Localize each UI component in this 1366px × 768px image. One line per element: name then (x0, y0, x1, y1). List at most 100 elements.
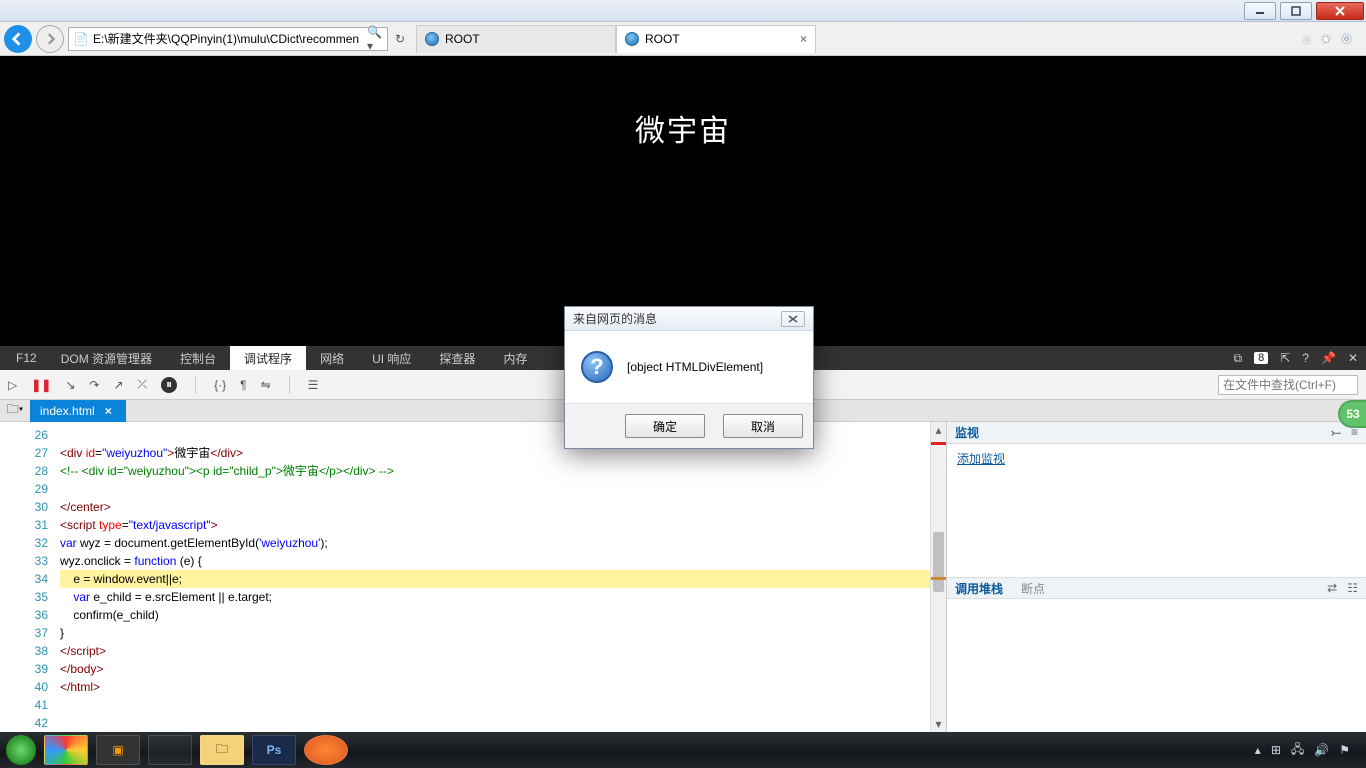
devtools-close-icon[interactable]: ✕ (1348, 351, 1358, 365)
step-in-icon[interactable]: ↘ (65, 378, 75, 392)
browser-navbar: 📄 🔍▾ ↻ ROOT ROOT × ⌂ ★ ⚙ (0, 22, 1366, 56)
callstack-panel-header: 调用堆栈 断点 ⇄ ☷ (947, 577, 1366, 599)
scroll-thumb[interactable] (933, 532, 944, 592)
watch-title: 监视 (955, 424, 979, 441)
address-bar[interactable]: 📄 🔍▾ (68, 27, 388, 51)
search-dropdown-icon[interactable]: 🔍▾ (367, 31, 383, 47)
error-count[interactable]: 8 (1254, 352, 1268, 364)
file-name: index.html (40, 404, 95, 418)
browser-tab-1[interactable]: ROOT (416, 25, 616, 53)
step-out-icon[interactable]: ↗ (113, 378, 123, 392)
watch-panel-header[interactable]: 监视 ⤚≡ (947, 422, 1366, 444)
chrome-tools: ⌂ ★ ⚙ (1303, 32, 1362, 46)
break-new-worker-icon[interactable]: ⏸ (161, 377, 177, 393)
favorites-icon[interactable]: ★ (1320, 32, 1331, 46)
taskbar-explorer[interactable]: 🗀 (200, 735, 244, 765)
extension-badge[interactable]: 53 (1338, 400, 1366, 428)
add-watch-icon[interactable]: ⤚ (1331, 425, 1341, 440)
cancel-button[interactable]: 取消 (723, 414, 803, 438)
pin-icon[interactable]: 📌 (1321, 351, 1336, 365)
file-icon: 📄 (73, 31, 89, 47)
code-content[interactable]: <div id="weiyuzhou">微宇宙</div><!-- <div i… (54, 422, 930, 732)
code-editor[interactable]: 2627282930313233343536373839404142 <div … (0, 422, 946, 732)
popout-icon[interactable]: ⇱ (1280, 351, 1290, 365)
devtab-console[interactable]: 控制台 (166, 346, 230, 370)
help-icon[interactable]: ? (1302, 351, 1309, 365)
tab-title: ROOT (645, 32, 680, 46)
breakpoints-tab[interactable]: 断点 (1021, 580, 1045, 597)
callstack-settings-icon[interactable]: ☷ (1347, 581, 1358, 595)
devtab-debugger[interactable]: 调试程序 (230, 346, 306, 370)
settings-icon[interactable]: ☰ (308, 378, 319, 392)
callstack-tool-icon[interactable]: ⇄ (1327, 581, 1337, 595)
system-tray[interactable]: ▴ ⊞ 🖧 🔊 ⚑ (1255, 740, 1360, 761)
refresh-button[interactable]: ↻ (392, 31, 408, 47)
continue-button[interactable]: ▷ (8, 378, 17, 392)
find-in-files-input[interactable] (1218, 375, 1358, 395)
tools-icon[interactable]: ⚙ (1341, 32, 1352, 46)
scroll-marker-breakpoint (931, 442, 946, 445)
dialog-close-icon[interactable] (781, 311, 805, 327)
taskbar-sublime[interactable]: ▣ (96, 735, 140, 765)
browser-tab-2[interactable]: ROOT × (616, 25, 816, 53)
open-file-icon[interactable]: 🗀▾ (0, 400, 30, 421)
emulation-icon[interactable]: ⧉ (1234, 351, 1243, 366)
windows-taskbar: ▣ 🗀 Ps ▴ ⊞ 🖧 🔊 ⚑ (0, 732, 1366, 768)
taskbar-ie[interactable] (148, 735, 192, 765)
tray-network-icon[interactable]: 🖧 (1291, 740, 1304, 761)
callstack-panel-body[interactable] (947, 599, 1366, 732)
forward-button[interactable] (36, 25, 64, 53)
window-titlebar (0, 0, 1366, 22)
watch-panel-body[interactable]: 添加监视 (947, 444, 1366, 577)
taskbar-firefox[interactable] (304, 735, 348, 765)
callstack-tab[interactable]: 调用堆栈 (955, 580, 1003, 597)
break-exception-icon[interactable]: ⤫ (138, 377, 148, 392)
f12-label: F12 (6, 351, 47, 365)
ie-icon (625, 32, 639, 46)
taskbar-app-1[interactable] (44, 735, 88, 765)
back-button[interactable] (4, 25, 32, 53)
scroll-up-icon[interactable]: ▴ (931, 422, 946, 438)
ide-area: 2627282930313233343536373839404142 <div … (0, 422, 1366, 732)
scroll-marker-current (931, 577, 946, 580)
maximize-button[interactable] (1280, 2, 1312, 20)
url-input[interactable] (93, 32, 363, 46)
page-viewport: 微宇宙 (0, 56, 1366, 346)
vertical-scrollbar[interactable]: ▴ ▾ (930, 422, 946, 732)
home-icon[interactable]: ⌂ (1303, 32, 1310, 46)
devtab-profiler[interactable]: 探查器 (425, 346, 489, 370)
tray-action-icon[interactable]: ⚑ (1339, 743, 1350, 757)
minimize-button[interactable] (1244, 2, 1276, 20)
tray-chevron-icon[interactable]: ▴ (1255, 743, 1261, 757)
dialog-message: [object HTMLDivElement] (627, 360, 763, 374)
devtab-uiresp[interactable]: UI 响应 (358, 346, 425, 370)
question-icon: ? (581, 351, 613, 383)
ok-button[interactable]: 确定 (625, 414, 705, 438)
devtab-dom[interactable]: DOM 资源管理器 (47, 346, 166, 370)
devtab-memory[interactable]: 内存 (489, 346, 541, 370)
line-gutter[interactable]: 2627282930313233343536373839404142 (14, 422, 54, 732)
wordwrap-icon[interactable]: ¶ (240, 378, 246, 392)
add-watch-link[interactable]: 添加监视 (957, 452, 1005, 466)
dialog-titlebar[interactable]: 来自网页的消息 (565, 307, 813, 331)
taskbar-photoshop[interactable]: Ps (252, 735, 296, 765)
devtab-network[interactable]: 网络 (306, 346, 358, 370)
confirm-dialog: 来自网页的消息 ? [object HTMLDivElement] 确定 取消 (564, 306, 814, 449)
ie-icon (425, 32, 439, 46)
file-tab-close-icon[interactable]: × (105, 404, 112, 418)
debugger-side-panel: 监视 ⤚≡ 添加监视 调用堆栈 断点 ⇄ ☷ (946, 422, 1366, 732)
tab-title: ROOT (445, 32, 480, 46)
tray-volume-icon[interactable]: 🔊 (1314, 743, 1329, 757)
bracket-icon[interactable]: {·} (214, 378, 226, 392)
toggle-icon[interactable]: ⇋ (261, 378, 271, 392)
page-title[interactable]: 微宇宙 (635, 106, 731, 150)
step-over-icon[interactable]: ↷ (89, 378, 99, 392)
scroll-down-icon[interactable]: ▾ (931, 716, 946, 732)
start-button[interactable] (6, 735, 36, 765)
file-tab-active[interactable]: index.html × (30, 400, 126, 422)
tray-grid-icon[interactable]: ⊞ (1271, 743, 1281, 757)
tab-close-icon[interactable]: × (800, 32, 807, 46)
tab-strip: ROOT ROOT × (416, 25, 816, 53)
pause-button[interactable]: ❚❚ (31, 378, 51, 392)
close-button[interactable] (1316, 2, 1364, 20)
